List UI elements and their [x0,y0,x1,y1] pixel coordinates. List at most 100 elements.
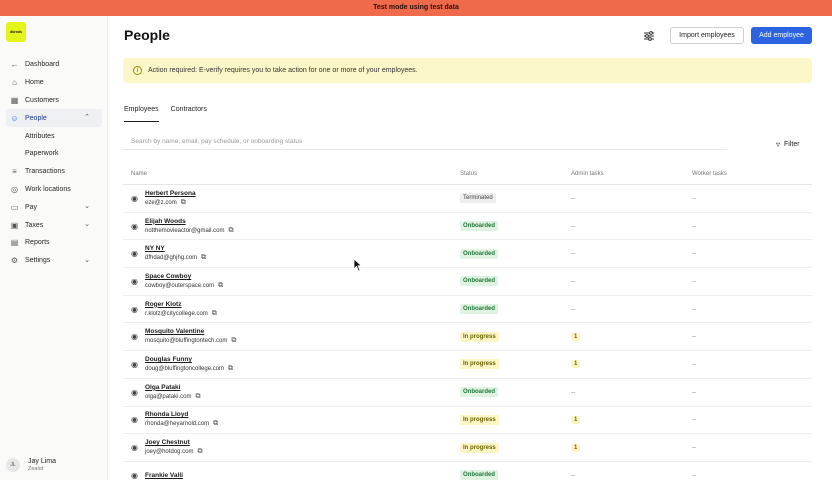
copy-icon[interactable]: ⧉ [181,199,186,207]
sidebar-item-work-locations[interactable]: ◎ Work locations [0,181,108,199]
employee-name-link[interactable]: Herbert Persona [145,190,196,197]
employee-name-link[interactable]: Roger Klotz [145,301,217,308]
eye-icon[interactable]: ◉ [131,222,143,231]
employee-email: cowboy@outerspace.com [145,282,215,289]
status-cell: Onboarded [460,470,571,480]
table-row[interactable]: ◉ Frankie Valli Onboarded -- -- [123,462,812,480]
table-row[interactable]: ◉ Space Cowboy cowboy@outerspace.com ⧉ O… [123,268,812,296]
table-row[interactable]: ◉ Joey Chestnut joey@hotdog.com ⧉ In pro… [123,434,812,462]
admin-tasks-cell: -- [571,306,692,313]
sidebar-item-taxes[interactable]: ▣ Taxes ⌄ [0,216,108,234]
employee-name-link[interactable]: Elijah Woods [145,218,233,225]
home-icon: ⌂ [12,78,17,88]
eye-icon[interactable]: ◉ [131,471,143,480]
employee-name-link[interactable]: Mosquito Valentine [145,328,236,335]
page-title: People [124,27,170,43]
table-row[interactable]: ◉ Olga Pataki olga@pataki.com ⧉ Onboarde… [123,379,812,407]
status-badge: In progress [460,414,499,425]
sidebar-item-people[interactable]: ☺ People ⌃ [6,109,102,128]
eye-icon[interactable]: ◉ [131,443,143,452]
table-row[interactable]: ◉ Roger Klotz r.klotz@citycollege.com ⧉ … [123,296,812,324]
sidebar-item-home[interactable]: ⌂ Home [0,74,108,92]
status-badge: Onboarded [460,470,499,480]
search-input[interactable] [123,134,727,150]
employee-name-link[interactable]: Frankie Valli [145,472,183,479]
employee-name-link[interactable]: Rhonda Lloyd [145,411,218,418]
chevron-down-icon[interactable]: ⌄ [84,202,90,210]
table-row[interactable]: ◉ Mosquito Valentine mosquito@bluffingto… [123,323,812,352]
employee-name-link[interactable]: NY NY [145,245,206,252]
copy-icon[interactable]: ⧉ [201,254,206,262]
copy-icon[interactable]: ⧉ [197,448,202,456]
employee-name-link[interactable]: Space Cowboy [145,273,223,280]
eye-icon[interactable]: ◉ [131,249,143,258]
sidebar-item-attributes[interactable]: Attributes [0,127,108,145]
user-profile[interactable]: JL Jay Lima Zealot [6,454,106,476]
eye-icon[interactable]: ◉ [131,277,143,286]
column-header-admin-tasks[interactable]: Admin tasks [571,171,692,177]
eye-icon[interactable]: ◉ [131,360,143,369]
copy-icon[interactable]: ⧉ [195,393,200,401]
copy-icon[interactable]: ⧉ [212,310,217,318]
sliders-icon[interactable] [643,30,655,42]
table-row[interactable]: ◉ NY NY dfhdad@ghjhg.com ⧉ Onboarded -- … [123,240,812,269]
copy-icon[interactable]: ⧉ [228,227,233,235]
info-icon: i [133,66,142,75]
sidebar-item-dashboard[interactable]: ← Dashboard [0,56,108,74]
copy-icon[interactable]: ⧉ [213,420,218,428]
column-header-worker-tasks[interactable]: Worker tasks [692,171,812,177]
tab-employees[interactable]: Employees [124,106,159,122]
sidebar-item-customers[interactable]: ▦ Customers [0,92,108,110]
transactions-icon: ≡ [12,167,17,177]
eye-icon[interactable]: ◉ [131,305,143,314]
copy-icon[interactable]: ⧉ [218,282,223,290]
table-row[interactable]: ◉ Herbert Persona eze@z.com ⧉ Terminated… [123,185,812,213]
employee-email: dfhdad@ghjhg.com [145,255,198,262]
sidebar-item-pay[interactable]: ▭ Pay ⌄ [0,198,108,216]
status-cell: In progress [460,331,571,342]
eye-icon[interactable]: ◉ [131,194,143,203]
tab-contractors[interactable]: Contractors [171,106,207,122]
employee-name-link[interactable]: Douglas Funny [145,356,233,363]
status-badge: Onboarded [460,248,499,259]
worker-tasks-value: -- [692,333,697,341]
table-row[interactable]: ◉ Elijah Woods notthemovieactor@gmail.co… [123,213,812,241]
column-header-name[interactable]: Name [123,171,460,177]
employee-name-link[interactable]: Joey Chestnut [145,439,202,446]
table-row[interactable]: ◉ Douglas Funny doug@bluffingtoncollege.… [123,351,812,379]
eye-icon[interactable]: ◉ [131,415,143,424]
worker-tasks-cell: -- [692,361,812,368]
import-employees-button[interactable]: Import employees [670,27,744,44]
sidebar-item-transactions[interactable]: ≡ Transactions [0,163,108,181]
email-line: r.klotz@citycollege.com ⧉ [145,310,217,318]
sidebar-item-label: Paperwork [25,150,59,158]
filter-button[interactable]: ▿ Filter [776,140,800,149]
copy-icon[interactable]: ⧉ [228,365,233,373]
admin-tasks-cell: -- [571,223,692,230]
eye-icon[interactable]: ◉ [131,388,143,397]
copy-icon[interactable]: ⧉ [231,337,236,345]
sidebar-item-settings[interactable]: ⚙ Settings ⌄ [0,252,108,270]
eye-icon[interactable]: ◉ [131,332,143,341]
worker-tasks-value: -- [692,360,697,368]
table-row[interactable]: ◉ Rhonda Lloyd rhonda@heyarnold.com ⧉ In… [123,407,812,435]
sidebar-item-label: Work locations [25,185,71,193]
chevron-down-icon[interactable]: ⌄ [84,220,90,228]
email-line: cowboy@outerspace.com ⧉ [145,282,223,290]
column-header-status[interactable]: Status [460,171,571,177]
add-employee-button[interactable]: Add employee [751,27,812,44]
sidebar-item-reports[interactable]: ▤ Reports [0,234,108,252]
name-cell: ◉ Herbert Persona eze@z.com ⧉ [123,190,460,207]
email-line: mosquito@bluffingtontech.com ⧉ [145,337,236,345]
status-cell: In progress [460,359,571,370]
chevron-up-icon[interactable]: ⌃ [84,113,90,121]
company-logo[interactable]: dbrnds [6,22,26,42]
user-name: Jay Lima [28,458,57,465]
chevron-down-icon[interactable]: ⌄ [84,256,90,264]
worker-tasks-cell: -- [692,416,812,423]
sidebar-item-paperwork[interactable]: Paperwork [0,145,108,163]
status-badge: Onboarded [460,276,499,287]
building-icon: ▦ [10,95,19,105]
alert-text: Action required: E-verify requires you t… [148,67,418,74]
employee-name-link[interactable]: Olga Pataki [145,384,200,391]
